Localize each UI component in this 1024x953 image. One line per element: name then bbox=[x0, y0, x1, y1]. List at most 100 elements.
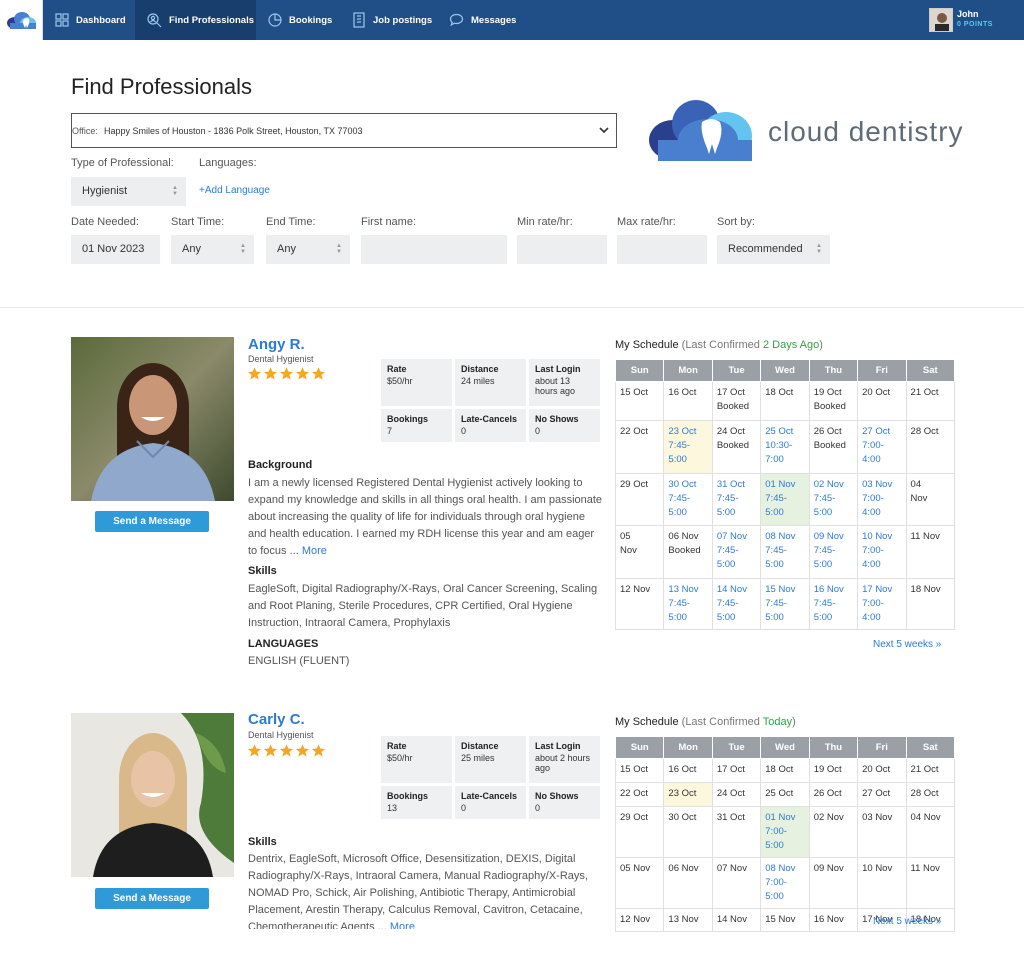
nav-messages[interactable]: Messages bbox=[437, 0, 527, 40]
nav-bookings[interactable]: Bookings bbox=[256, 0, 340, 40]
type-label: Type of Professional: bbox=[71, 157, 174, 169]
calendar-day-cell[interactable]: 25 Oct 10:30- 7:00 bbox=[760, 420, 810, 474]
background-heading: Background bbox=[248, 459, 313, 471]
send-message-button[interactable]: Send a Message bbox=[95, 888, 209, 909]
max-rate-input[interactable] bbox=[617, 235, 707, 264]
stat-label: Last Login bbox=[535, 741, 581, 751]
schedule-confirmed-suffix: ) bbox=[819, 339, 823, 351]
calendar-day-cell[interactable]: 14 Nov 7:45- 5:00 bbox=[711, 578, 762, 630]
nav-dashboard[interactable]: Dashboard bbox=[43, 0, 135, 40]
day-header: Sat bbox=[905, 736, 956, 759]
date-needed-input[interactable]: 01 Nov 2023 bbox=[71, 235, 160, 264]
calendar-day-cell: 15 Oct bbox=[614, 381, 665, 421]
calendar-day-cell[interactable]: 08 Nov 7:45-5:00 bbox=[760, 525, 810, 579]
professional-name[interactable]: Angy R. bbox=[248, 336, 305, 353]
calendar-day-cell: 30 Oct bbox=[663, 806, 713, 858]
day-header: Fri bbox=[857, 359, 907, 382]
user-menu[interactable]: John 0 POINTS bbox=[929, 7, 1024, 35]
sort-arrows-icon: ▲ ▼ bbox=[336, 243, 342, 255]
calendar-day-cell[interactable]: 23 Oct 7:45- 5:00 bbox=[663, 420, 713, 474]
schedule-title: My Schedule bbox=[615, 339, 679, 351]
end-time-select[interactable]: Any ▲ ▼ bbox=[266, 235, 350, 264]
stat-label: Rate bbox=[387, 364, 407, 374]
calendar-day-cell: 20 Oct bbox=[857, 381, 907, 421]
star-icon bbox=[311, 744, 326, 757]
calendar-day-cell[interactable]: 01 Nov 7:00-5:00 bbox=[760, 806, 810, 858]
calendar-day-cell[interactable]: 03 Nov 7:00- 4:00 bbox=[857, 473, 907, 526]
stat-label: Distance bbox=[461, 364, 499, 374]
calendar-day-cell: 07 Nov bbox=[711, 857, 762, 909]
calendar-day-cell[interactable]: 15 Nov 7:45-5:00 bbox=[760, 578, 810, 630]
star-icon bbox=[247, 744, 262, 757]
star-icon bbox=[263, 744, 278, 757]
nav-job-postings-label: Job postings bbox=[373, 14, 433, 26]
start-time-value: Any bbox=[182, 243, 201, 255]
page-title: Find Professionals bbox=[71, 74, 252, 99]
add-language-link[interactable]: +Add Language bbox=[199, 185, 270, 196]
stat-label: No Shows bbox=[535, 414, 579, 424]
stat-value: 0 bbox=[461, 803, 467, 813]
calendar-day-cell: 28 Oct bbox=[905, 782, 956, 807]
calendar-day-cell: 04 Nov bbox=[905, 473, 956, 526]
professional-name[interactable]: Carly C. bbox=[248, 711, 305, 728]
nav-find-professionals[interactable]: Find Professionals bbox=[135, 0, 256, 40]
next-5-weeks-link[interactable]: Next 5 weeks » bbox=[873, 916, 941, 927]
min-rate-input[interactable] bbox=[517, 235, 607, 264]
calendar-day-cell[interactable]: 09 Nov 7:45- 5:00 bbox=[808, 525, 859, 579]
calendar-day-cell[interactable]: 30 Oct 7:45- 5:00 bbox=[663, 473, 713, 526]
calendar-day-cell: 31 Oct bbox=[711, 806, 762, 858]
more-link[interactable]: More bbox=[302, 545, 327, 557]
calendar-day-cell: 22 Oct bbox=[614, 782, 665, 807]
stat-label: Bookings bbox=[387, 791, 429, 801]
top-nav: Dashboard Find Professionals Bookings Jo… bbox=[0, 0, 1024, 40]
day-header: Mon bbox=[663, 359, 713, 382]
star-rating bbox=[247, 366, 326, 381]
cloud-logo-icon bbox=[7, 12, 36, 29]
send-message-button[interactable]: Send a Message bbox=[95, 511, 209, 532]
calendar-day-cell[interactable]: 27 Oct 7:00- 4:00 bbox=[857, 420, 907, 474]
office-select[interactable]: Office: Happy Smiles of Houston - 1836 P… bbox=[71, 113, 617, 148]
schedule-confirmed-prefix: (Last Confirmed bbox=[681, 716, 760, 728]
calendar-day-cell[interactable]: 17 Nov 7:00- 4:00 bbox=[857, 578, 907, 630]
calendar-day-cell: 05 Nov bbox=[614, 857, 665, 909]
more-link[interactable]: More bbox=[390, 921, 415, 929]
calendar-day-cell[interactable]: 31 Oct 7:45- 5:00 bbox=[711, 473, 762, 526]
sort-arrows-icon: ▲ ▼ bbox=[172, 185, 178, 197]
stat-bookings: Bookings 13 bbox=[381, 786, 452, 819]
calendar-day-cell[interactable]: 02 Nov 7:45- 5:00 bbox=[808, 473, 859, 526]
calendar-day-cell[interactable]: 08 Nov 7:00-5:00 bbox=[760, 857, 810, 909]
calendar-day-cell[interactable]: 13 Nov 7:45- 5:00 bbox=[663, 578, 713, 630]
calendar-day-cell[interactable]: 16 Nov 7:45- 5:00 bbox=[808, 578, 859, 630]
start-time-label: Start Time: bbox=[171, 216, 225, 228]
star-icon bbox=[279, 367, 294, 380]
type-value: Hygienist bbox=[82, 185, 128, 197]
calendar-day-cell: 18 Oct bbox=[760, 381, 810, 421]
stat-label: Late-Cancels bbox=[461, 414, 518, 424]
calendar-day-cell: 19 Oct Booked bbox=[808, 381, 859, 421]
next-5-weeks-link[interactable]: Next 5 weeks » bbox=[873, 639, 941, 650]
start-time-select[interactable]: Any ▲ ▼ bbox=[171, 235, 254, 264]
professional-photo bbox=[71, 337, 234, 501]
calendar-day-cell: 11 Nov bbox=[905, 525, 956, 579]
calendar-day-cell: 05 Nov bbox=[614, 525, 665, 579]
app-logo[interactable] bbox=[0, 0, 43, 40]
stat-value: 13 bbox=[387, 803, 398, 813]
calendar-day-cell[interactable]: 10 Nov 7:00- 4:00 bbox=[857, 525, 907, 579]
calendar-day-cell: 04 Nov bbox=[905, 806, 956, 858]
first-name-input[interactable] bbox=[361, 235, 507, 264]
nav-job-postings[interactable]: Job postings bbox=[340, 0, 437, 40]
calendar-day-cell: 28 Oct bbox=[905, 420, 956, 474]
calendar-day-cell: 17 Oct bbox=[711, 758, 762, 783]
date-label: Date Needed: bbox=[71, 216, 139, 228]
calendar-day-cell[interactable]: 07 Nov 7:45- 5:00 bbox=[711, 525, 762, 579]
calendar-day-cell[interactable]: 01 Nov 7:45-5:00 bbox=[760, 473, 810, 526]
calendar-day-cell: 02 Nov bbox=[808, 806, 859, 858]
calendar-day-cell: 24 Oct bbox=[711, 782, 762, 807]
calendar-day-cell: 20 Oct bbox=[857, 758, 907, 783]
professional-photo bbox=[71, 713, 234, 877]
stat-distance: Distance 24 miles bbox=[455, 359, 526, 406]
sort-by-select[interactable]: Recommended ▲ ▼ bbox=[717, 235, 830, 264]
type-select[interactable]: Hygienist ▲ ▼ bbox=[71, 177, 186, 206]
calendar-day-cell: 29 Oct bbox=[614, 806, 665, 858]
user-name: John bbox=[957, 9, 979, 19]
